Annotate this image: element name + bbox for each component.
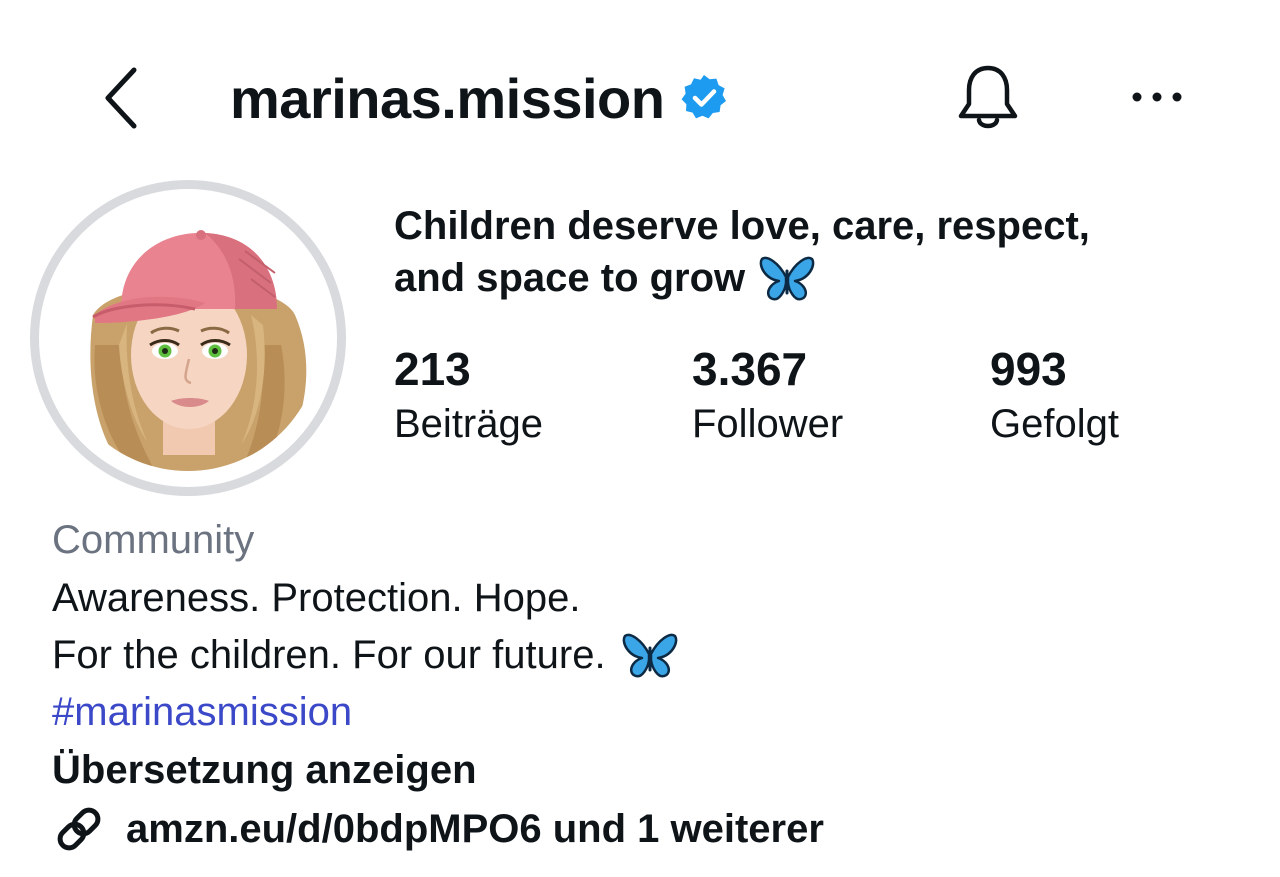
profile-category: Community <box>52 518 255 562</box>
external-link-text: amzn.eu/d/0bdpMPO6 und 1 weiterer <box>126 807 824 851</box>
stat-posts-value: 213 <box>394 343 471 395</box>
chevron-left-icon <box>105 67 137 129</box>
tagline-line-2: and space to grow <box>394 252 1234 304</box>
verified-badge-icon <box>682 75 727 119</box>
link-icon <box>57 807 101 851</box>
notifications-button[interactable] <box>950 58 1026 138</box>
profile-header-title: marinas.mission <box>230 64 730 132</box>
avatar-portrait-image <box>55 205 321 471</box>
username: marinas.mission <box>230 66 665 130</box>
bell-icon <box>958 65 1018 129</box>
tagline-line-2-text: and space to grow <box>394 256 746 300</box>
hashtag-link[interactable]: #marinasmission <box>52 688 1232 736</box>
stat-followers[interactable]: 3.367 Follower <box>692 340 843 450</box>
bio-line-1: Awareness. Protection. Hope. <box>52 576 581 620</box>
stat-following-label: Gefolgt <box>990 402 1119 446</box>
more-options-button[interactable] <box>1122 72 1192 122</box>
show-translation-button[interactable]: Übersetzung anzeigen <box>52 746 1232 794</box>
avatar-illustration <box>55 205 321 471</box>
bio-line-2-text: For the children. For our future. <box>52 633 606 677</box>
external-link[interactable]: amzn.eu/d/0bdpMPO6 und 1 weiterer <box>52 802 824 856</box>
stat-followers-label: Follower <box>692 402 844 446</box>
profile-tagline: Children deserve love, care, respect, an… <box>394 200 1234 304</box>
back-button[interactable] <box>92 62 152 134</box>
stat-following[interactable]: 993 Gefolgt <box>990 340 1119 450</box>
butterfly-emoji-icon <box>622 633 677 678</box>
stat-following-value: 993 <box>990 343 1067 395</box>
profile-avatar[interactable] <box>30 180 346 496</box>
tagline-line-1: Children deserve love, care, respect, <box>394 204 1090 248</box>
stat-posts[interactable]: 213 Beiträge <box>394 340 543 450</box>
stat-followers-value: 3.367 <box>692 343 808 395</box>
more-horizontal-icon <box>1132 92 1182 102</box>
butterfly-emoji-icon <box>759 256 815 301</box>
bio-line-2: For the children. For our future. <box>52 630 1232 680</box>
stat-posts-label: Beiträge <box>394 402 543 446</box>
